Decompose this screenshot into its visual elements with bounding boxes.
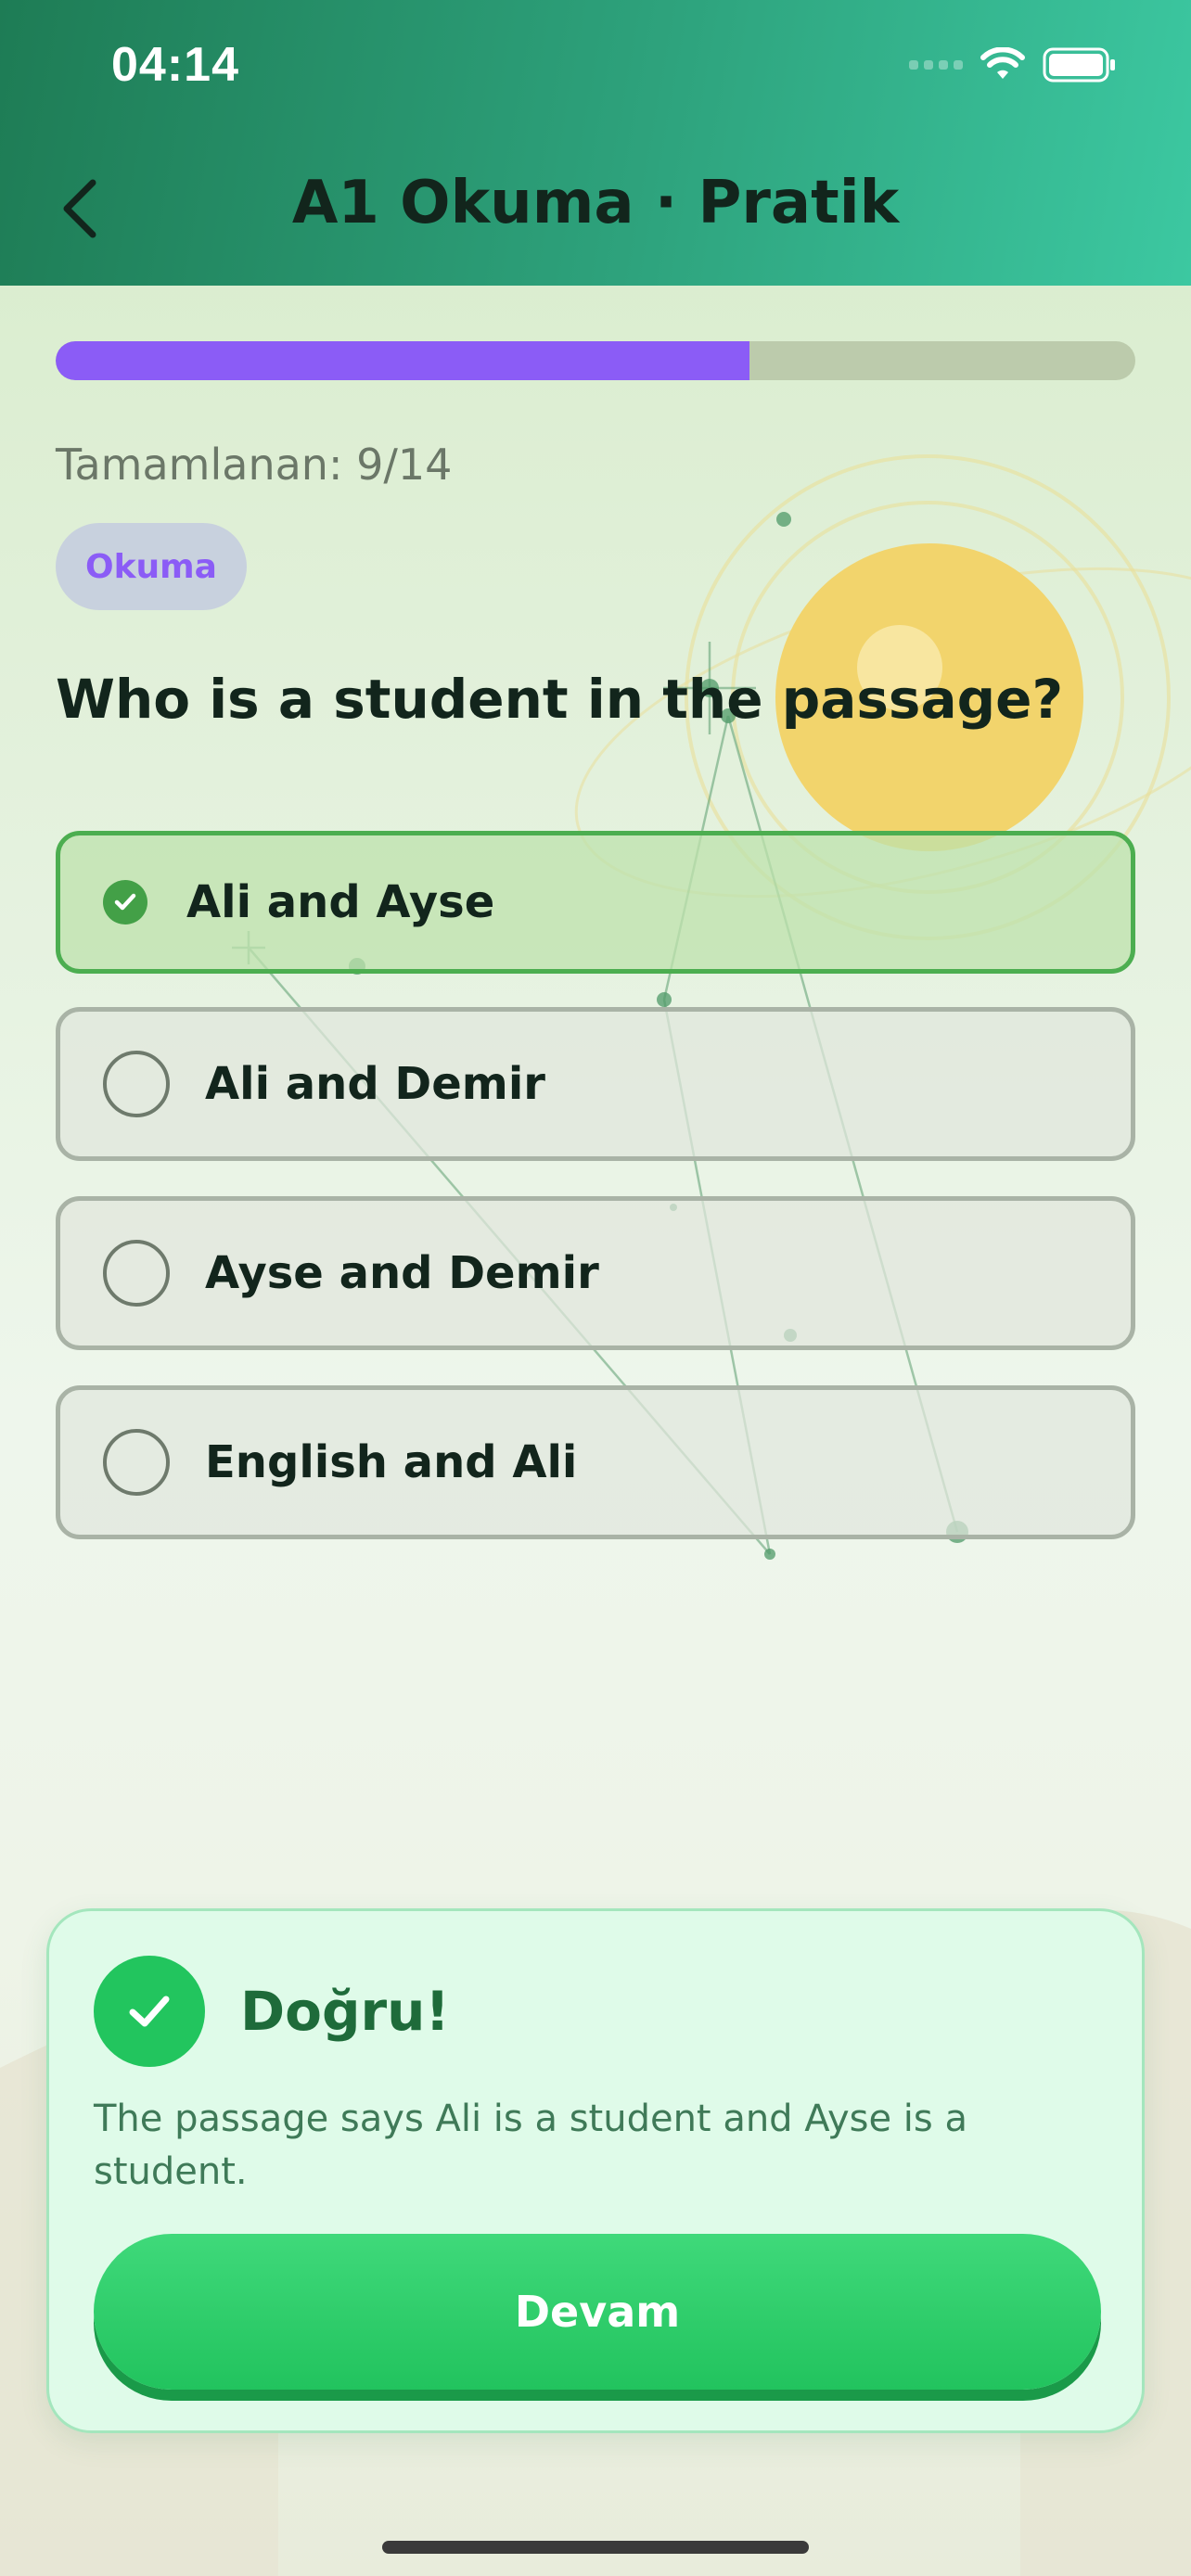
home-indicator[interactable]: [382, 2541, 809, 2554]
feedback-explanation: The passage says Ali is a student and Ay…: [94, 2098, 967, 2193]
status-icons: [909, 46, 1117, 83]
feedback-card: Doğru! The passage says Ali is a student…: [46, 1908, 1145, 2433]
option-label: Ayse and Demir: [205, 1247, 599, 1299]
category-badge: Okuma: [56, 523, 247, 610]
signal-icon: [909, 60, 963, 70]
radio-circle-icon: [103, 1429, 170, 1496]
question-text: Who is a student in the passage?: [56, 668, 1064, 731]
battery-icon: [1043, 47, 1115, 83]
answer-option-3[interactable]: Ayse and Demir: [56, 1196, 1135, 1350]
option-label: Ali and Demir: [205, 1058, 545, 1110]
option-label: Ali and Ayse: [186, 876, 495, 928]
continue-button[interactable]: Devam: [94, 2234, 1101, 2390]
progress-bar: [56, 341, 1135, 380]
feedback-title: Doğru!: [240, 1980, 450, 2043]
progress-label: Tamamlanan: 9/14: [56, 440, 453, 490]
status-time: 04:14: [111, 38, 239, 92]
check-icon: [94, 1956, 205, 2067]
wifi-icon: [980, 47, 1025, 79]
progress-fill: [56, 341, 750, 380]
radio-circle-icon: [103, 1051, 170, 1117]
answer-option-2[interactable]: Ali and Demir: [56, 1007, 1135, 1161]
answer-option-1[interactable]: Ali and Ayse: [56, 831, 1135, 974]
check-circle-icon: [103, 880, 147, 925]
page-title: A1 Okuma · Pratik: [291, 169, 900, 237]
top-bar: 04:14 A1 Okuma · Pratik: [0, 0, 1191, 286]
answer-option-4[interactable]: English and Ali: [56, 1385, 1135, 1539]
radio-circle-icon: [103, 1240, 170, 1307]
option-label: English and Ali: [205, 1436, 578, 1488]
